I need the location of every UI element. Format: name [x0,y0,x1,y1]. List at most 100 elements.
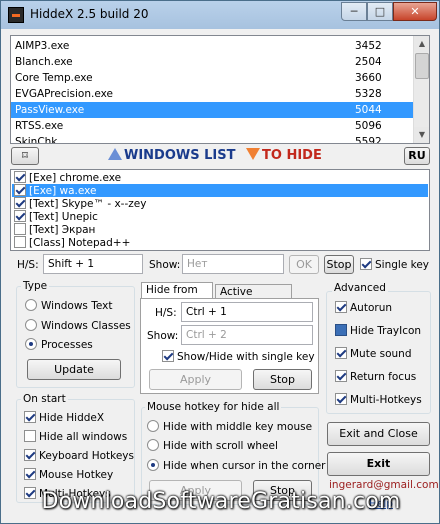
checkbox-box[interactable] [24,449,36,461]
type-option-processes[interactable]: Processes [25,338,93,351]
app-icon [8,7,24,23]
process-row-selected[interactable]: PassView.exe 5044 [11,102,414,118]
advanced-mute-sound[interactable]: Mute sound [335,347,412,360]
single-key-checkbox-box[interactable] [360,258,372,270]
advanced-return-focus[interactable]: Return focus [335,370,416,383]
process-id: 3660 [355,72,382,84]
ok-button[interactable]: OK [289,255,319,274]
process-row[interactable]: SkinChk... 5592 [11,134,414,143]
window-list-item[interactable]: [Text] Skype™ - x--zey [12,197,428,210]
checkbox-label: Hide HiddeX [39,412,105,424]
radio-button[interactable] [147,439,159,451]
mouse-option-corner[interactable]: Hide when cursor in the corner [147,459,326,472]
window-checkbox[interactable] [14,210,26,222]
checkbox-box[interactable] [24,468,36,480]
window-label: [Exe] wa.exe [29,185,97,197]
radio-button[interactable] [147,459,159,471]
process-id: 5096 [355,120,382,132]
window-checkbox[interactable] [14,236,26,248]
checkbox-box[interactable] [335,324,347,336]
advanced-group-title: Advanced [332,282,388,294]
maximize-button[interactable]: □ [367,2,393,21]
window-list-item[interactable]: [Class] Notepad++ [12,236,428,249]
on-start-hide-all-windows[interactable]: Hide all windows [24,430,127,443]
radio-button[interactable] [25,319,37,331]
window-label: [Exe] chrome.exe [29,172,122,184]
checkbox-box[interactable] [24,430,36,442]
on-start-group-title: On start [21,393,68,405]
panel-hs-field[interactable]: Ctrl + 1 [181,302,313,322]
minimize-button[interactable]: ─ [341,2,367,21]
type-group-title: Type [21,280,50,292]
radio-label: Hide when cursor in the corner [163,460,326,472]
window-checkbox[interactable] [14,197,26,209]
process-row[interactable]: RTSS.exe 5096 [11,118,414,134]
stop-button[interactable]: Stop [324,255,354,274]
checkbox-label: Multi-Hotkeys [350,394,422,406]
window-checkbox[interactable] [14,171,26,183]
on-start-keyboard-hotkeys[interactable]: Keyboard Hotkeys [24,449,134,462]
type-option-windows-text[interactable]: Windows Text [25,299,112,312]
language-button[interactable]: RU [404,147,430,165]
window-checkbox[interactable] [14,184,26,196]
tab-hide-from-list[interactable]: Hide from list [141,282,213,311]
process-name: EVGAPrecision.exe [15,88,113,100]
panel-stop-button[interactable]: Stop [253,369,312,390]
radio-button[interactable] [25,299,37,311]
window-list-item[interactable]: [Exe] chrome.exe [12,171,428,184]
window-list-item-selected[interactable]: [Exe] wa.exe [12,184,428,197]
window-list-item[interactable]: [Text] Экран [12,223,428,236]
single-key-checkbox[interactable]: Single key [360,258,429,271]
checkbox-box[interactable] [335,301,347,313]
close-button[interactable]: ✕ [393,2,437,21]
hs-hotkey-field[interactable]: Shift + 1 [43,254,143,274]
scroll-thumb[interactable] [415,53,429,79]
process-name: AIMP3.exe [15,40,70,52]
checkbox-box[interactable] [24,411,36,423]
radio-button[interactable] [25,338,37,350]
mouse-option-middle-key[interactable]: Hide with middle key mouse [147,420,312,433]
watermark: DownloadSoftwareGratisan.com [41,489,401,514]
checkbox-label: Return focus [350,371,417,383]
process-row[interactable]: Blanch.exe 2504 [11,54,414,70]
show-hotkey-field[interactable]: Нет [182,254,284,274]
radio-label: Windows Classes [41,320,131,332]
exit-and-close-button[interactable]: Exit and Close [327,422,430,446]
windows-list-title: WINDOWS LIST [124,148,236,163]
scroll-up-icon[interactable]: ▲ [414,36,429,52]
checkbox-box[interactable] [162,350,174,362]
app-window: HiddeX 2.5 build 20 ─ □ ✕ AIMP3.exe 3452… [0,0,440,524]
panel-show-field[interactable]: Ctrl + 2 [181,325,313,345]
checkbox-label: Hide all windows [39,431,128,443]
window-list-item[interactable]: [Text] Unepic [12,210,428,223]
scroll-down-icon[interactable]: ▼ [414,127,429,143]
checkbox-box[interactable] [335,347,347,359]
mouse-option-scroll-wheel[interactable]: Hide with scroll wheel [147,439,278,452]
panel-apply-button[interactable]: Apply [149,369,242,390]
radio-button[interactable] [147,420,159,432]
panel-single-key-checkbox[interactable]: Show/Hide with single key [162,350,315,363]
type-option-windows-classes[interactable]: Windows Classes [25,319,131,332]
process-row[interactable]: EVGAPrecision.exe 5328 [11,86,414,102]
checkbox-box[interactable] [335,370,347,382]
on-start-mouse-hotkey[interactable]: Mouse Hotkey [24,468,113,481]
advanced-hide-trayicon[interactable]: Hide TrayIcon [335,324,421,337]
process-list[interactable]: AIMP3.exe 3452 Blanch.exe 2504 Core Temp… [10,35,430,144]
process-list-scrollbar[interactable]: ▲ ▼ [413,36,429,143]
update-button[interactable]: Update [27,359,121,380]
title-bar[interactable]: HiddeX 2.5 build 20 ─ □ ✕ [1,1,439,29]
process-row[interactable]: Core Temp.exe 3660 [11,70,414,86]
checkbox-box[interactable] [335,393,347,405]
advanced-multi-hotkeys[interactable]: Multi-Hotkeys [335,393,422,406]
windows-list[interactable]: [Exe] chrome.exe [Exe] wa.exe [Text] Sky… [10,169,430,251]
on-start-hide-hiddex[interactable]: Hide HiddeX [24,411,104,424]
window-checkbox[interactable] [14,223,26,235]
radio-label: Windows Text [41,300,113,312]
window-label: [Text] Экран [29,224,96,236]
window-label: [Class] Notepad++ [29,237,131,249]
exit-button[interactable]: Exit [327,452,430,476]
single-key-label: Single key [375,259,429,271]
pick-window-button[interactable]: ⌑ [11,147,39,165]
advanced-autorun[interactable]: Autorun [335,301,392,314]
process-row[interactable]: AIMP3.exe 3452 [11,38,414,54]
